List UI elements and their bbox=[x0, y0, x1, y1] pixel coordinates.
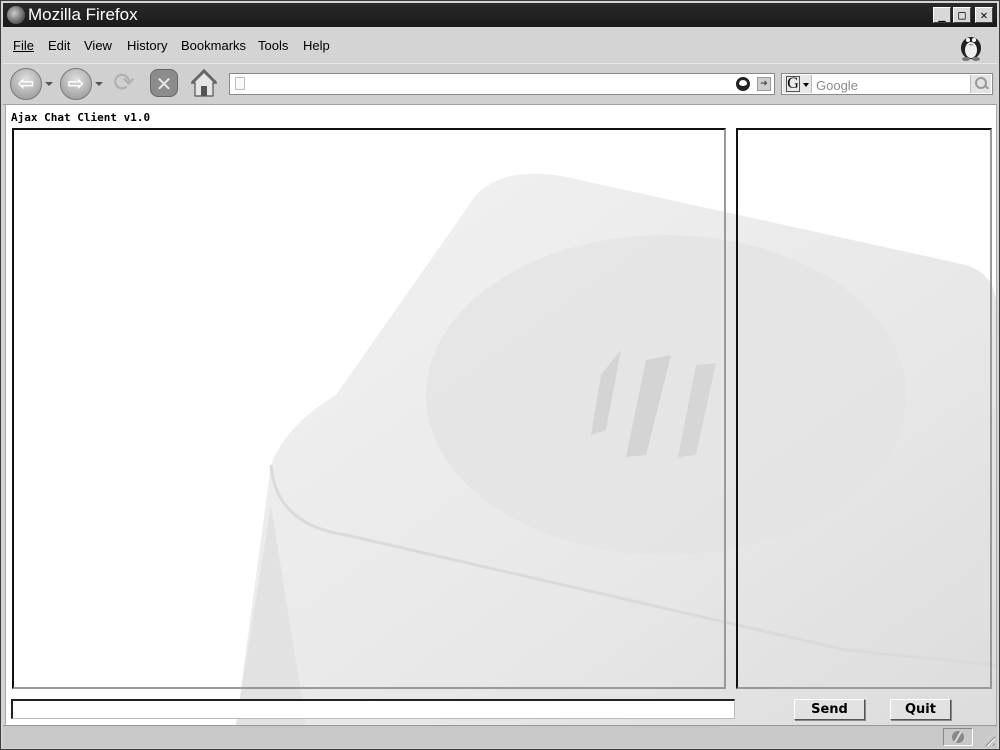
maximize-button[interactable]: □ bbox=[953, 7, 971, 23]
close-button[interactable]: ✕ bbox=[975, 7, 993, 23]
forward-arrow-icon: ⇨ bbox=[67, 71, 85, 95]
forward-history-dropdown[interactable] bbox=[95, 82, 103, 86]
home-button[interactable] bbox=[189, 68, 219, 98]
noscript-icon bbox=[952, 731, 964, 743]
message-input[interactable] bbox=[11, 699, 735, 719]
noscript-status-cell[interactable] bbox=[943, 728, 973, 746]
menu-tools[interactable]: Tools bbox=[258, 38, 288, 53]
url-input[interactable] bbox=[250, 75, 734, 95]
menu-edit[interactable]: Edit bbox=[48, 38, 70, 53]
url-bar[interactable]: ➔ bbox=[229, 73, 775, 95]
feed-icon[interactable] bbox=[736, 77, 750, 91]
search-button[interactable] bbox=[970, 75, 991, 93]
stop-icon: ✕ bbox=[155, 72, 173, 96]
google-icon: G bbox=[786, 75, 800, 92]
search-bar: G bbox=[781, 73, 993, 95]
quit-button[interactable]: Quit bbox=[890, 699, 951, 720]
back-button[interactable]: ⇦ bbox=[10, 68, 42, 100]
search-engine-selector[interactable]: G bbox=[783, 75, 812, 93]
status-bar bbox=[3, 725, 997, 748]
minimize-button[interactable]: _ bbox=[933, 7, 951, 23]
menu-bar: File Edit View History Bookmarks Tools H… bbox=[3, 29, 997, 63]
chat-messages-panel[interactable] bbox=[12, 128, 726, 689]
page-icon bbox=[235, 77, 245, 90]
navigation-toolbar: ⇦ ⇨ ⟳ ✕ ➔ G bbox=[3, 63, 997, 105]
firefox-logo-icon bbox=[7, 6, 25, 24]
menu-view[interactable]: View bbox=[84, 38, 112, 53]
menu-bookmarks[interactable]: Bookmarks bbox=[181, 38, 246, 53]
go-button[interactable]: ➔ bbox=[757, 77, 771, 91]
magnifier-handle bbox=[984, 84, 989, 90]
search-input[interactable] bbox=[814, 75, 968, 95]
reload-button[interactable]: ⟳ bbox=[110, 69, 138, 97]
menu-history[interactable]: History bbox=[127, 38, 167, 53]
menu-help[interactable]: Help bbox=[303, 38, 330, 53]
title-bar: Mozilla Firefox _ □ ✕ bbox=[3, 3, 997, 27]
send-button[interactable]: Send bbox=[794, 699, 865, 720]
back-history-dropdown[interactable] bbox=[45, 82, 53, 86]
user-list-panel[interactable] bbox=[736, 128, 992, 689]
stop-button[interactable]: ✕ bbox=[150, 69, 178, 97]
browser-window: Mozilla Firefox _ □ ✕ File Edit View His… bbox=[0, 0, 1000, 750]
chevron-down-icon bbox=[803, 83, 809, 87]
reload-icon: ⟳ bbox=[113, 68, 135, 98]
menu-file-label: File bbox=[13, 38, 34, 53]
back-arrow-icon: ⇦ bbox=[17, 71, 35, 95]
page-title: Ajax Chat Client v1.0 bbox=[11, 111, 151, 124]
resize-grip[interactable] bbox=[981, 732, 995, 746]
forward-button[interactable]: ⇨ bbox=[60, 68, 92, 100]
page-content: Ajax Chat Client v1.0 Send Quit bbox=[5, 105, 997, 725]
window-title: Mozilla Firefox bbox=[28, 5, 138, 24]
throbber-penguin-icon bbox=[961, 37, 981, 61]
menu-file[interactable]: File bbox=[13, 38, 34, 53]
